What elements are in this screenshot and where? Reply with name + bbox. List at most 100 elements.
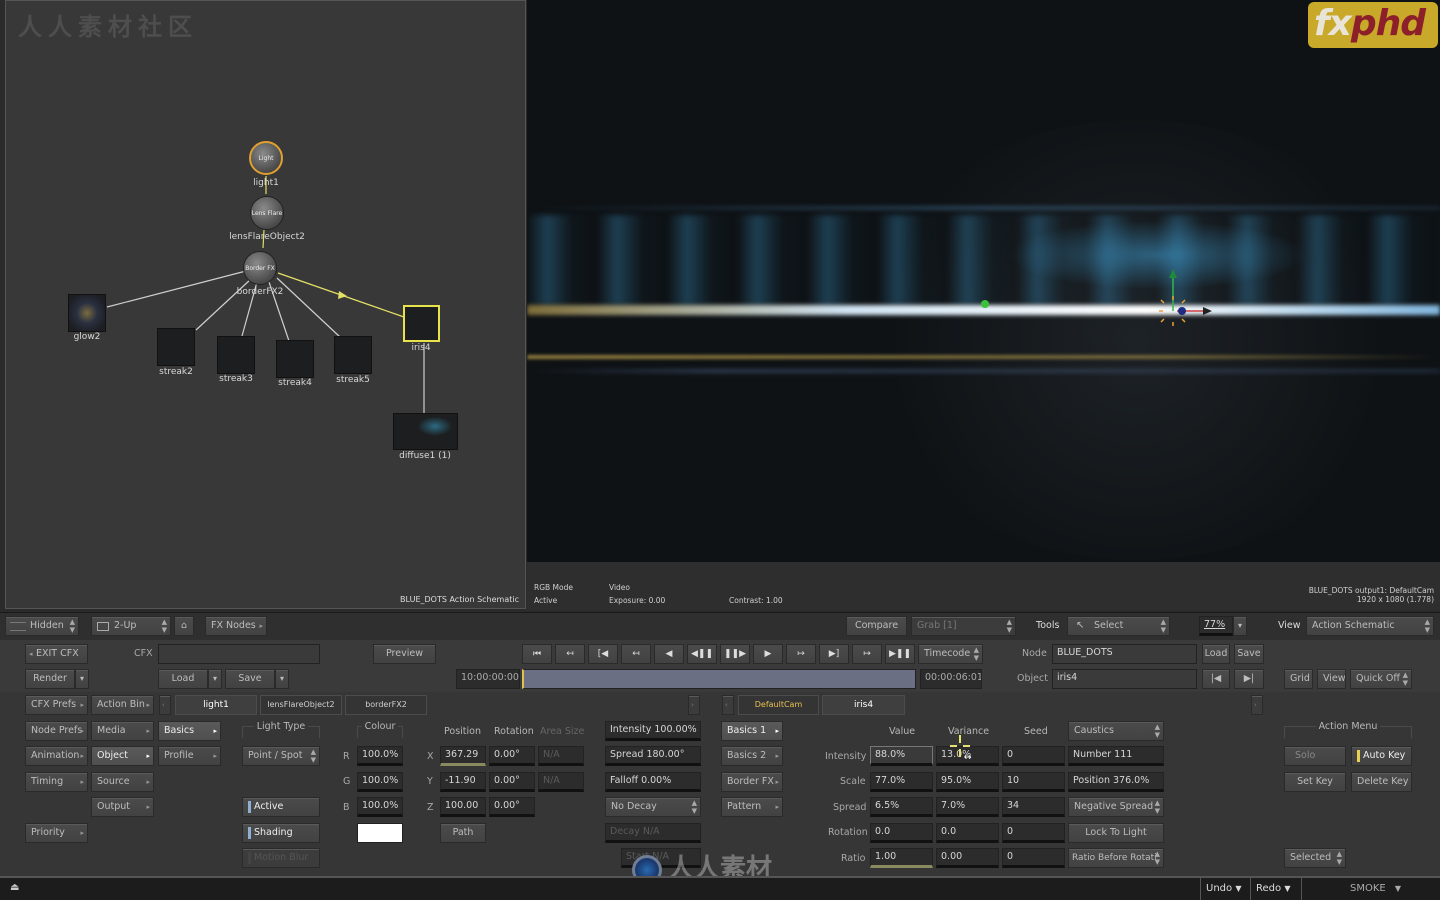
auto-key-toggle[interactable]: Auto Key — [1351, 746, 1412, 766]
end-timecode[interactable]: 00:00:06:01 — [920, 669, 982, 689]
undo-button[interactable]: Undo ▼ — [1206, 883, 1241, 894]
node-save-button[interactable]: Save — [1234, 644, 1264, 664]
timeline-scrubber[interactable] — [522, 669, 916, 689]
ratio-before-rotation-selector[interactable]: Ratio Before Rotati ▲ ▼ — [1068, 848, 1164, 868]
grid-button[interactable]: Grid — [1284, 669, 1313, 689]
hidden-selector[interactable]: Hidden ▲ ▼ — [5, 616, 79, 636]
node-diffuse1[interactable] — [393, 413, 458, 450]
area-y-field[interactable]: N/A — [538, 772, 584, 792]
spread-field[interactable]: Spread 180.00° — [605, 746, 701, 766]
node-name-field[interactable]: BLUE_DOTS — [1052, 644, 1197, 664]
decay-mode-selector[interactable]: No Decay ▲ ▼ — [605, 797, 701, 817]
motion-blur-toggle[interactable]: Motion Blur — [242, 848, 320, 868]
node-streak5[interactable] — [334, 336, 372, 374]
menu-action-bin[interactable]: Action Bin ▸ — [91, 695, 154, 715]
position-z-field[interactable]: 100.00 — [440, 797, 486, 817]
active-toggle[interactable]: Active — [242, 797, 320, 817]
eject-icon[interactable]: ⏏ — [10, 882, 19, 893]
rotation-variance-field[interactable]: 0.0 — [936, 823, 999, 843]
solo-button[interactable]: Solo — [1284, 746, 1346, 766]
render-button[interactable]: Render — [25, 669, 75, 689]
selected-mode-selector[interactable]: Selected ▲ ▼ — [1284, 848, 1346, 868]
play-button[interactable]: ▶ — [753, 644, 783, 664]
menu-output[interactable]: Output ▸ — [91, 797, 154, 817]
play-reverse-button[interactable]: ◀ — [654, 644, 684, 664]
next-keyframe-button[interactable]: ↦ — [852, 644, 882, 664]
load-setup-button[interactable]: Load — [158, 669, 208, 689]
render-dropdown[interactable]: ▾ — [75, 669, 89, 689]
colour-swatch[interactable] — [357, 823, 403, 843]
negative-spread-selector[interactable]: Negative Spread ▲ ▼ — [1068, 797, 1164, 817]
position-x-field[interactable]: 367.29 — [440, 746, 486, 766]
ratio-value-field[interactable]: 1.00 — [870, 848, 933, 868]
tools-selector[interactable]: ↖ Select ▲ ▼ — [1067, 616, 1170, 636]
goto-start-button[interactable]: ⏮ — [522, 644, 552, 664]
number-field[interactable]: Number 111 — [1068, 746, 1164, 766]
action-schematic[interactable]: 人人素材社区 Light light1 Lens Flare lensFlare… — [5, 0, 526, 609]
ratio-variance-field[interactable]: 0.00 — [936, 848, 999, 868]
next-mark-button[interactable]: ↦ — [786, 644, 816, 664]
step-forward-button[interactable]: ❚❚▶ — [720, 644, 750, 664]
colour-b-field[interactable]: 100.0% — [357, 797, 403, 817]
compare-button[interactable]: Compare — [846, 616, 907, 636]
shading-toggle[interactable]: Shading — [242, 823, 320, 843]
prev-keyframe-button[interactable]: ↤ — [555, 644, 585, 664]
delete-key-button[interactable]: Delete Key — [1351, 772, 1412, 792]
node-iris4[interactable] — [403, 305, 440, 342]
image-viewer[interactable]: fxphd — [527, 0, 1440, 562]
prev-object-button[interactable]: |◀ — [1202, 669, 1230, 689]
prev-mark-button[interactable]: ↤ — [621, 644, 651, 664]
tab-lensflareobject2[interactable]: lensFlareObject2 — [260, 695, 342, 715]
node-streak2[interactable] — [157, 328, 195, 366]
intensity-value-field[interactable]: 88.0% — [870, 746, 933, 766]
caustics-selector[interactable]: Caustics ▲ ▼ — [1068, 721, 1164, 741]
menu-object[interactable]: Object ▸ — [91, 746, 154, 766]
next-object-button[interactable]: ▶| — [1234, 669, 1264, 689]
scale-variance-field[interactable]: 95.0% — [936, 772, 999, 792]
node-streak4[interactable] — [276, 340, 314, 378]
light-type-selector[interactable]: Point / Spot ▲ ▼ — [242, 746, 320, 766]
tab-defaultcam[interactable]: DefaultCam — [738, 695, 819, 715]
step-back-button[interactable]: ◀❚❚ — [687, 644, 717, 664]
menu-source[interactable]: Source ▸ — [91, 772, 154, 792]
area-x-field[interactable]: N/A — [538, 746, 584, 766]
menu-node-prefs[interactable]: Node Prefs ▸ — [25, 721, 88, 741]
rotation-z-field[interactable]: 0.00° — [489, 797, 535, 817]
preview-button[interactable]: Preview — [373, 644, 436, 664]
menu-basics-2[interactable]: Basics 2 ▸ — [721, 746, 783, 766]
caustics-position-field[interactable]: Position 376.0% — [1068, 772, 1164, 792]
grab-selector[interactable]: Grab [1] ▲ ▼ — [911, 616, 1016, 636]
goto-end-button[interactable]: ▶❚❚ — [885, 644, 915, 664]
home-button[interactable]: ⌂ — [174, 616, 194, 636]
position-y-field[interactable]: -11.90 — [440, 772, 486, 792]
colour-r-field[interactable]: 100.0% — [357, 746, 403, 766]
goto-out-button[interactable]: ▶] — [819, 644, 849, 664]
save-setup-button[interactable]: Save — [225, 669, 275, 689]
light-gizmo[interactable] — [527, 0, 1440, 562]
redo-button[interactable]: Redo ▼ — [1256, 883, 1290, 894]
node-lensflare[interactable]: Lens Flare — [250, 196, 284, 230]
menu-border-fx[interactable]: Border FX ▸ — [721, 772, 783, 792]
node-borderfx[interactable]: Border FX — [243, 251, 277, 285]
menu-timing[interactable]: Timing ▸ — [25, 772, 88, 792]
quick-selector[interactable]: Quick Off ▲ ▼ — [1350, 669, 1412, 689]
layout-selector[interactable]: 2-Up ▲ ▼ — [91, 616, 171, 636]
menu-cfx-prefs[interactable]: CFX Prefs ▸ — [25, 695, 88, 715]
zoom-dropdown[interactable]: ▾ — [1233, 616, 1247, 636]
menu-animation[interactable]: Animation ▸ — [25, 746, 88, 766]
node-streak3[interactable] — [217, 336, 255, 374]
menu-priority[interactable]: Priority ▸ — [25, 823, 88, 843]
rotation-y-field[interactable]: 0.00° — [489, 772, 535, 792]
app-menu[interactable]: SMOKE ▼ — [1350, 883, 1401, 894]
node-glow2[interactable] — [68, 294, 106, 332]
menu-media[interactable]: Media ▸ — [91, 721, 154, 741]
view-button[interactable]: View — [1317, 669, 1346, 689]
start-timecode[interactable]: 10:00:00:00 — [456, 669, 520, 689]
ratio-seed-field[interactable]: 0 — [1002, 848, 1065, 868]
menu-basics[interactable]: Basics ▸ — [158, 721, 221, 741]
view-selector[interactable]: Action Schematic ▲ ▼ — [1306, 616, 1434, 636]
tabs-scroll-left[interactable]: ‹ — [159, 695, 171, 715]
goto-in-button[interactable]: [◀ — [588, 644, 618, 664]
zoom-field[interactable]: 77% — [1199, 616, 1233, 636]
tabs-scroll-left-2[interactable]: ‹ — [722, 695, 734, 715]
